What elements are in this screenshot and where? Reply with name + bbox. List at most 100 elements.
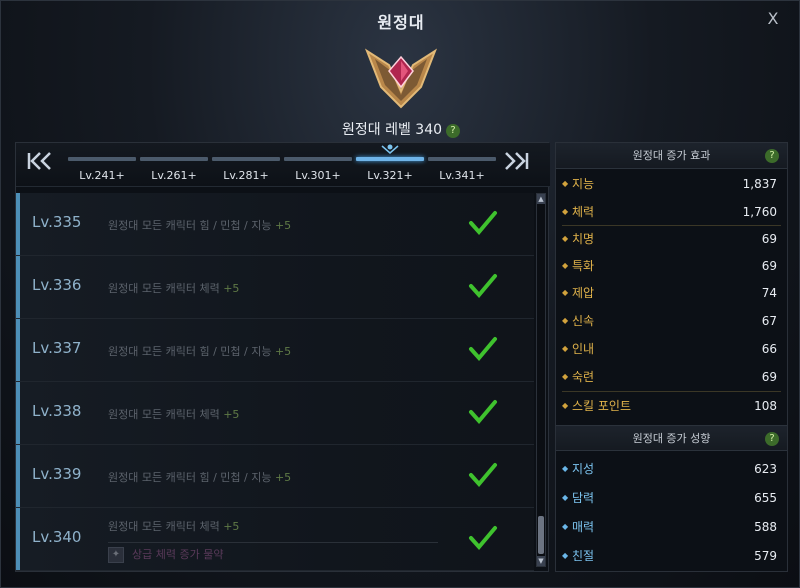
bullet-icon: ◆	[562, 179, 569, 188]
close-button[interactable]: X	[765, 11, 781, 27]
reward-level: Lv.337	[32, 339, 82, 357]
bullet-icon: ◆	[562, 207, 569, 216]
row-accent	[16, 382, 20, 444]
expedition-level: 원정대 레벨 340?	[1, 119, 800, 139]
reward-row: Lv.338 원정대 모든 캐릭터 체력 +5	[16, 382, 534, 445]
reward-list: Lv.335 원정대 모든 캐릭터 힘 / 민첩 / 지능 +5 Lv.336 …	[16, 193, 534, 571]
tab-lv241[interactable]: Lv.241+	[68, 157, 136, 187]
stat-name: 특화	[572, 259, 595, 273]
reward-desc-text: 원정대 모든 캐릭터 힘 / 민첩 / 지능	[108, 219, 272, 232]
stat-value: 69	[761, 232, 777, 246]
row-accent	[16, 193, 20, 255]
tendency-name: 담력	[572, 491, 595, 505]
scrollbar[interactable]: ▲ ▼	[536, 193, 546, 567]
help-icon[interactable]: ?	[446, 124, 461, 138]
tab-lv261[interactable]: Lv.261+	[140, 157, 208, 187]
row-accent	[16, 256, 20, 318]
stat-row: ◆ 신속 67	[556, 307, 787, 335]
bullet-icon: ◆	[562, 401, 569, 410]
expedition-emblem-icon	[364, 48, 438, 109]
bullet-icon: ◆	[562, 493, 569, 502]
tab-bar	[284, 157, 352, 161]
reward-row: Lv.339 원정대 모든 캐릭터 힘 / 민첩 / 지능 +5	[16, 445, 534, 508]
bullet-icon: ◆	[562, 261, 569, 270]
double-chevron-left-icon	[27, 152, 51, 170]
row-accent	[16, 508, 20, 570]
tendency-value: 588	[754, 520, 777, 534]
tab-lv341[interactable]: Lv.341+	[428, 157, 496, 187]
help-icon[interactable]: ?	[765, 432, 779, 446]
check-icon	[469, 400, 497, 425]
tendency-row: ◆ 친절 579	[556, 542, 787, 570]
row-accent	[16, 319, 20, 381]
stat-row: ◆ 특화 69	[556, 252, 787, 280]
stat-value: 69	[761, 370, 777, 384]
level-rewards-panel: Lv.241+ Lv.261+ Lv.281+ Lv.301+ Lv.321+ …	[15, 142, 550, 572]
reward-row: Lv.337 원정대 모든 캐릭터 힘 / 민첩 / 지능 +5	[16, 319, 534, 382]
tendency-name: 지성	[572, 462, 595, 476]
tab-bar	[356, 157, 424, 161]
stat-value: 1,760	[742, 205, 777, 219]
reward-item-label: 상급 체력 증가 물약	[132, 548, 224, 561]
reward-desc: 원정대 모든 캐릭터 힘 / 민첩 / 지능 +5	[108, 343, 291, 359]
reward-level: Lv.339	[32, 465, 82, 483]
reward-desc-text: 원정대 모든 캐릭터 힘 / 민첩 / 지능	[108, 471, 272, 484]
reward-row: Lv.335 원정대 모든 캐릭터 힘 / 민첩 / 지능 +5	[16, 193, 534, 256]
tab-label: Lv.261+	[151, 169, 197, 182]
tab-label: Lv.301+	[295, 169, 341, 182]
stat-row: ◆ 치명 69	[556, 225, 787, 253]
stat-value: 108	[754, 399, 777, 413]
tab-label: Lv.241+	[79, 169, 125, 182]
reward-bonus: +5	[223, 408, 240, 421]
double-chevron-right-icon	[505, 152, 529, 170]
tab-bar	[212, 157, 280, 161]
window-title: 원정대	[377, 13, 425, 32]
tab-bar	[428, 157, 496, 161]
tab-bar	[68, 157, 136, 161]
stat-row: ◆ 체력 1,760	[556, 198, 787, 226]
tendency-value: 623	[754, 462, 777, 476]
check-icon	[469, 463, 497, 488]
tab-lv321[interactable]: Lv.321+	[356, 144, 424, 187]
tendencies-header: 원정대 증가 성향 ?	[556, 425, 787, 451]
stat-name: 지능	[572, 177, 595, 191]
reward-divider	[108, 542, 438, 543]
stat-value: 1,837	[742, 177, 777, 191]
tab-lv281[interactable]: Lv.281+	[212, 157, 280, 187]
tendency-row: ◆ 지성 623	[556, 455, 787, 483]
bullet-icon: ◆	[562, 372, 569, 381]
bullet-icon: ◆	[562, 522, 569, 531]
reward-desc-text: 원정대 모든 캐릭터 체력	[108, 408, 220, 421]
reward-row: Lv.340 원정대 모든 캐릭터 체력 +5 ✦ 상급 체력 증가 물약	[16, 508, 534, 571]
tab-label: Lv.341+	[439, 169, 485, 182]
reward-level: Lv.336	[32, 276, 82, 294]
reward-item[interactable]: ✦ 상급 체력 증가 물약	[108, 546, 223, 563]
expedition-level-text: 원정대 레벨 340	[341, 122, 443, 138]
level-range-tabs: Lv.241+ Lv.261+ Lv.281+ Lv.301+ Lv.321+ …	[16, 143, 550, 187]
reward-bonus: +5	[274, 471, 292, 484]
bullet-icon: ◆	[562, 464, 569, 473]
potion-icon: ✦	[108, 547, 124, 563]
reward-desc: 원정대 모든 캐릭터 힘 / 민첩 / 지능 +5	[108, 217, 291, 233]
bullet-icon: ◆	[562, 288, 569, 297]
tendency-name: 친절	[572, 549, 595, 563]
scroll-down-button[interactable]: ▼	[537, 556, 545, 566]
reward-desc: 원정대 모든 캐릭터 힘 / 민첩 / 지능 +5	[108, 469, 291, 485]
check-icon	[469, 211, 497, 236]
stat-name: 신속	[572, 314, 595, 328]
tendency-row: ◆ 매력 588	[556, 513, 787, 541]
check-icon	[469, 274, 497, 299]
first-page-button[interactable]	[26, 151, 52, 174]
reward-desc: 원정대 모든 캐릭터 체력 +5	[108, 406, 239, 422]
stat-name: 인내	[572, 342, 595, 356]
last-page-button[interactable]	[504, 151, 530, 174]
scroll-up-button[interactable]: ▲	[537, 194, 545, 204]
stat-value: 69	[761, 259, 777, 273]
scroll-thumb[interactable]	[538, 516, 544, 554]
stats-panel: 원정대 증가 효과 ? ◆ 지능 1,837 ◆ 체력 1,760 ◆ 치명 69 ◆ 특화 6…	[555, 142, 788, 572]
help-icon[interactable]: ?	[765, 149, 779, 163]
tab-lv301[interactable]: Lv.301+	[284, 157, 352, 187]
stat-row: ◆ 제압 74	[556, 279, 787, 307]
reward-bonus: +5	[223, 520, 240, 533]
check-icon	[469, 526, 497, 551]
